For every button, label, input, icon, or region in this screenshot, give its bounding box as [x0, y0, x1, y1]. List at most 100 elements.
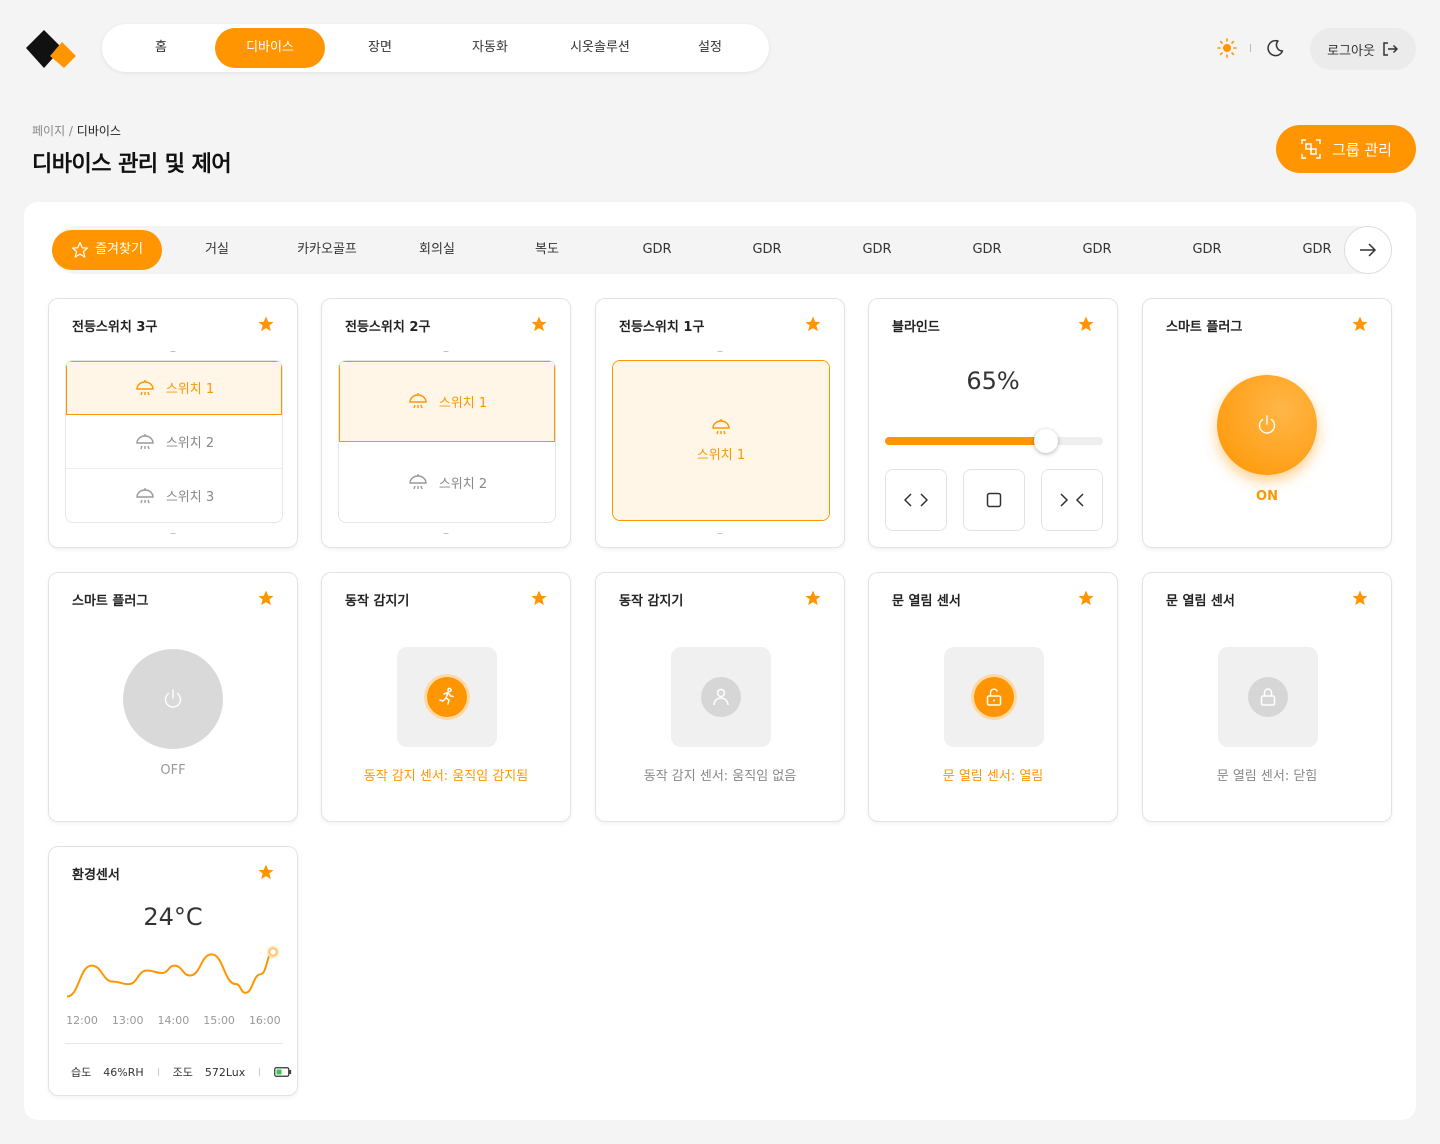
- star-icon[interactable]: [530, 315, 548, 333]
- sensor-indicator: [427, 677, 467, 717]
- power-toggle-button[interactable]: [1217, 375, 1317, 475]
- ceiling-light-icon: [409, 474, 427, 490]
- tab-favorites[interactable]: 즐겨찾기: [52, 230, 162, 270]
- power-toggle-button[interactable]: [123, 649, 223, 749]
- tab-gdr[interactable]: GDR: [602, 230, 712, 270]
- breadcrumb-parent[interactable]: 페이지 /: [32, 124, 77, 138]
- divider: [157, 1068, 159, 1076]
- scroll-down-indicator: –: [717, 526, 723, 540]
- blind-open-button[interactable]: [885, 469, 947, 531]
- group-manage-button[interactable]: 그룹 관리: [1276, 125, 1416, 173]
- star-icon[interactable]: [1351, 315, 1369, 333]
- tab-gdr[interactable]: GDR: [712, 230, 822, 270]
- star-icon[interactable]: [257, 863, 275, 881]
- tab-gdr[interactable]: GDR: [1042, 230, 1152, 270]
- x-tick-label: 16:00: [248, 1014, 281, 1027]
- ceiling-light-icon: [136, 379, 154, 395]
- card-title: 문 열림 센서: [892, 594, 961, 609]
- card-title: 전등스위치 2구: [345, 320, 431, 335]
- scroll-down-indicator: –: [170, 526, 176, 540]
- temperature-chart: [66, 945, 279, 998]
- illuminance-value: 572Lux: [204, 1065, 246, 1079]
- switch-2-button[interactable]: 스위치 2: [339, 442, 555, 522]
- x-tick-label: 12:00: [66, 1014, 98, 1027]
- ceiling-light-icon: [712, 419, 730, 435]
- switch-group: 스위치 1: [612, 360, 830, 521]
- nav-scenes[interactable]: 장면: [325, 28, 435, 68]
- nav-sioth-solution[interactable]: 시옷솔루션: [545, 28, 655, 68]
- tab-hallway[interactable]: 복도: [492, 230, 602, 270]
- sensor-status-box: [671, 647, 771, 747]
- arrow-right-icon: [1360, 243, 1377, 257]
- switch-group: 스위치 1 스위치 2: [338, 360, 556, 523]
- theme-divider: [1250, 44, 1251, 52]
- plug-state: ON: [1256, 489, 1278, 504]
- switch-3-button[interactable]: 스위치 3: [66, 469, 282, 522]
- switch-1-button[interactable]: 스위치 1: [613, 361, 829, 520]
- battery-icon: [274, 1067, 292, 1077]
- tab-gdr[interactable]: GDR: [932, 230, 1042, 270]
- power-icon: [164, 689, 182, 708]
- temperature-value: 24°C: [143, 903, 203, 931]
- switch-group: 스위치 1 스위치 2 스위치 3: [65, 360, 283, 523]
- card-title: 스마트 플러그: [72, 594, 149, 609]
- star-icon[interactable]: [1351, 589, 1369, 607]
- group-manage-label: 그룹 관리: [1332, 140, 1392, 159]
- app-logo[interactable]: [24, 28, 80, 70]
- card-title: 문 열림 센서: [1166, 594, 1235, 609]
- theme-toggle: [1216, 36, 1285, 60]
- tab-gdr[interactable]: GDR: [822, 230, 932, 270]
- divider: [65, 1043, 283, 1044]
- device-card-door-sensor: 문 열림 센서 문 열림 센서: 닫힘: [1142, 572, 1392, 822]
- moon-icon[interactable]: [1265, 38, 1285, 58]
- star-icon[interactable]: [257, 315, 275, 333]
- device-card-motion-sensor: 동작 감지기 동작 감지 센서: 움직임 없음: [595, 572, 845, 822]
- room-tabs: 즐겨찾기 거실 카카오골프 회의실 복도 GDR GDR GDR GDR GDR…: [52, 226, 1388, 274]
- nav-home[interactable]: 홈: [106, 28, 216, 68]
- slider-knob[interactable]: [1034, 429, 1059, 453]
- tab-living-room[interactable]: 거실: [162, 230, 272, 270]
- switch-1-button[interactable]: 스위치 1: [66, 361, 282, 415]
- switch-label: 스위치 1: [165, 382, 215, 397]
- illuminance-label: 조도: [172, 1066, 193, 1079]
- sensor-indicator: [701, 677, 741, 717]
- breadcrumb: 페이지 / 디바이스: [32, 122, 121, 139]
- star-icon[interactable]: [804, 589, 822, 607]
- card-title: 전등스위치 3구: [72, 320, 158, 335]
- device-card-light-switch-3: 전등스위치 3구 – 스위치 1 스위치 2 스위치 3 –: [48, 298, 298, 548]
- nav-settings[interactable]: 설정: [655, 28, 765, 68]
- latest-point: [268, 947, 278, 957]
- star-icon[interactable]: [530, 589, 548, 607]
- scroll-up-indicator: –: [717, 344, 723, 358]
- tab-kakao-golf[interactable]: 카카오골프: [272, 230, 382, 270]
- sensor-status-text: 동작 감지 센서: 움직임 없음: [643, 769, 797, 784]
- scroll-up-indicator: –: [170, 344, 176, 358]
- tab-meeting-room[interactable]: 회의실: [382, 230, 492, 270]
- nav-devices[interactable]: 디바이스: [215, 28, 325, 68]
- blind-close-button[interactable]: [1041, 469, 1103, 531]
- blind-slider[interactable]: [885, 429, 1103, 453]
- logout-button[interactable]: 로그아웃: [1310, 28, 1416, 70]
- x-tick-label: 13:00: [111, 1014, 144, 1027]
- blind-percentage: 65%: [966, 367, 1020, 395]
- nav-automation[interactable]: 자동화: [435, 28, 545, 68]
- humidity-value: 46%RH: [103, 1065, 144, 1079]
- card-title: 환경센서: [72, 868, 120, 883]
- plug-state: OFF: [160, 763, 186, 778]
- divider: [259, 1068, 261, 1076]
- blind-stop-button[interactable]: [963, 469, 1025, 531]
- tab-gdr[interactable]: GDR: [1152, 230, 1262, 270]
- environment-readings: 습도 46%RH 조도 572Lux: [71, 1064, 292, 1080]
- sun-icon[interactable]: [1216, 37, 1238, 59]
- breadcrumb-current: 디바이스: [76, 124, 121, 138]
- switch-2-button[interactable]: 스위치 2: [66, 415, 282, 469]
- star-icon[interactable]: [1077, 589, 1095, 607]
- switch-label: 스위치 2: [165, 436, 215, 451]
- close-icon: [1060, 493, 1084, 507]
- star-icon[interactable]: [1077, 315, 1095, 333]
- star-icon[interactable]: [804, 315, 822, 333]
- tabs-next-button[interactable]: [1344, 226, 1392, 274]
- device-card-environment-sensor: 환경센서 24°C 12:00 13:00 14:00 15:00 16:00 습도 4…: [48, 846, 298, 1096]
- star-icon[interactable]: [257, 589, 275, 607]
- switch-1-button[interactable]: 스위치 1: [339, 361, 555, 442]
